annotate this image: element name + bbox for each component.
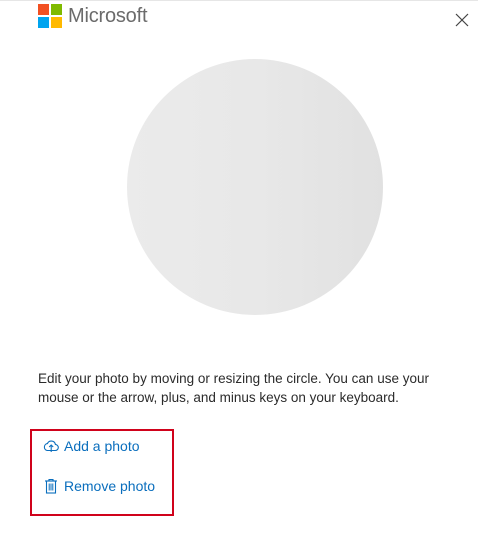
microsoft-logo: Microsoft (38, 3, 148, 29)
close-icon (455, 13, 469, 27)
trash-icon (43, 478, 59, 494)
add-photo-button[interactable]: Add a photo (43, 438, 140, 454)
microsoft-logo-icon (38, 4, 62, 28)
photo-editor-dialog: Microsoft Edit your photo by moving or r… (0, 0, 478, 537)
photo-crop-circle[interactable] (127, 59, 383, 315)
remove-photo-button[interactable]: Remove photo (43, 478, 155, 494)
instructions-text: Edit your photo by moving or resizing th… (38, 371, 429, 405)
top-divider (0, 0, 478, 1)
cloud-upload-icon (43, 438, 59, 454)
brand-name: Microsoft (68, 4, 148, 27)
add-photo-label: Add a photo (64, 438, 140, 454)
close-button[interactable] (452, 10, 472, 30)
remove-photo-label: Remove photo (64, 478, 156, 494)
